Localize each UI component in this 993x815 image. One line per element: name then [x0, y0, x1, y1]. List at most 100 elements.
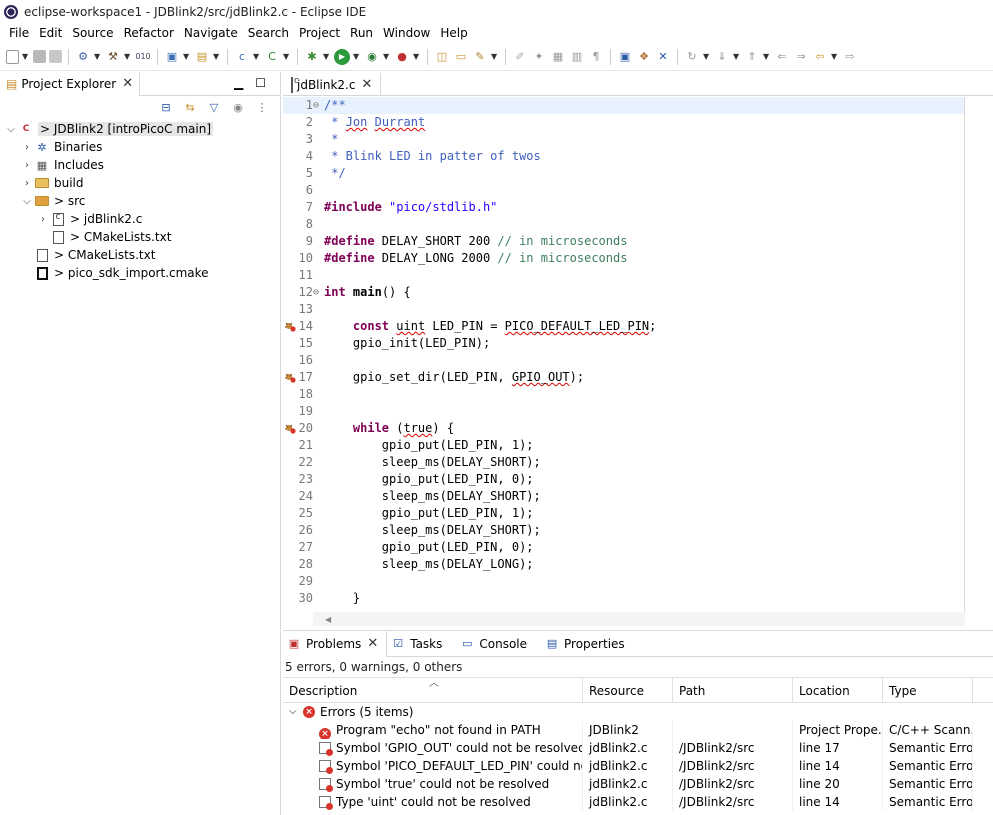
- code-line[interactable]: 13: [283, 301, 965, 318]
- tree-item-includes[interactable]: › ▦ Includes: [0, 156, 280, 174]
- history-icon[interactable]: ↻: [684, 49, 700, 65]
- save-icon[interactable]: [33, 50, 46, 63]
- code-line[interactable]: 11: [283, 267, 965, 284]
- new-class-dropdown-icon[interactable]: ▼: [283, 52, 291, 61]
- back-dropdown-icon[interactable]: ▼: [831, 52, 839, 61]
- menu-refactor[interactable]: Refactor: [119, 26, 179, 40]
- code-text-area[interactable]: 1 ⊖/** 2 * Jon Durrant 3 * 4 * Blink LED in …: [283, 97, 965, 612]
- code-line[interactable]: 10 #define DELAY_LONG 2000 // in microsec…: [283, 250, 965, 267]
- code-line[interactable]: 16: [283, 352, 965, 369]
- run-dropdown-icon[interactable]: ▼: [353, 52, 361, 61]
- code-line[interactable]: 14 const uint LED_PIN = PICO_DEFAULT_LED…: [283, 318, 965, 335]
- tree-item-src-cmakelists[interactable]: > CMakeLists.txt: [0, 228, 280, 246]
- code-line[interactable]: 8: [283, 216, 965, 233]
- terminal-icon[interactable]: ▣: [617, 49, 633, 65]
- table-row[interactable]: Symbol 'GPIO_OUT' could not be resolved j…: [283, 739, 993, 757]
- menu-edit[interactable]: Edit: [34, 26, 67, 40]
- new-c-file-icon[interactable]: c: [234, 49, 250, 65]
- tab-console[interactable]: ▭ Console: [456, 631, 541, 657]
- horizontal-scrollbar[interactable]: ◀: [313, 612, 965, 626]
- menu-run[interactable]: Run: [345, 26, 378, 40]
- menu-file[interactable]: File: [4, 26, 34, 40]
- code-line[interactable]: 30 }: [283, 590, 965, 607]
- prev-annotation-icon[interactable]: ⇑: [744, 49, 760, 65]
- chevron-right-icon[interactable]: ›: [20, 142, 34, 153]
- view-menu-icon[interactable]: ⋮: [254, 99, 270, 115]
- coverage-icon[interactable]: ◉: [364, 49, 380, 65]
- open-element-dropdown-icon[interactable]: ▼: [213, 52, 221, 61]
- open-element-icon[interactable]: ▤: [194, 49, 210, 65]
- menu-search[interactable]: Search: [243, 26, 294, 40]
- build-hammer-icon[interactable]: ⚒: [105, 49, 121, 65]
- collapse-all-icon[interactable]: ⊟: [158, 99, 174, 115]
- external-tools-icon[interactable]: ●: [394, 49, 410, 65]
- column-type[interactable]: Type: [883, 678, 973, 702]
- external-tools-dropdown-icon[interactable]: ▼: [413, 52, 421, 61]
- tree-item-binaries[interactable]: › ✲ Binaries: [0, 138, 280, 156]
- toggle-block-icon[interactable]: ▦: [550, 49, 566, 65]
- code-line[interactable]: 15 gpio_init(LED_PIN);: [283, 335, 965, 352]
- show-whitespace-icon[interactable]: ¶: [588, 49, 604, 65]
- chevron-right-icon[interactable]: ›: [20, 160, 34, 171]
- scroll-left-icon[interactable]: ◀: [325, 615, 331, 624]
- debug-dropdown-icon[interactable]: ▼: [323, 52, 331, 61]
- open-type-icon[interactable]: ◫: [434, 49, 450, 65]
- tab-properties[interactable]: ▤ Properties: [541, 631, 639, 657]
- history-dropdown-icon[interactable]: ▼: [703, 52, 711, 61]
- binary-icon[interactable]: 010: [135, 49, 151, 65]
- menu-navigate[interactable]: Navigate: [179, 26, 243, 40]
- search-tool-icon[interactable]: ✎: [472, 49, 488, 65]
- menu-source[interactable]: Source: [67, 26, 118, 40]
- code-line[interactable]: 26 sleep_ms(DELAY_SHORT);: [283, 522, 965, 539]
- tab-tasks[interactable]: ☑ Tasks: [387, 631, 456, 657]
- close-icon[interactable]: ✕: [122, 77, 133, 90]
- column-path[interactable]: Path: [673, 678, 793, 702]
- tree-item-src[interactable]: ⌵ > src: [0, 192, 280, 210]
- open-folder-icon[interactable]: ▭: [453, 49, 469, 65]
- pen-icon[interactable]: ✐: [512, 49, 528, 65]
- debug-settings-dropdown-icon[interactable]: ▼: [94, 52, 102, 61]
- code-line[interactable]: 5 */: [283, 165, 965, 182]
- menu-window[interactable]: Window: [378, 26, 435, 40]
- code-line[interactable]: 6: [283, 182, 965, 199]
- new-class-icon[interactable]: C: [264, 49, 280, 65]
- column-location[interactable]: Location: [793, 678, 883, 702]
- new-project-icon[interactable]: ▣: [164, 49, 180, 65]
- tree-item-build[interactable]: › build: [0, 174, 280, 192]
- last-edit-icon[interactable]: ⇐: [774, 49, 790, 65]
- chevron-right-icon[interactable]: ›: [36, 214, 50, 225]
- code-line[interactable]: 1 ⊖/**: [283, 97, 965, 114]
- minimize-icon[interactable]: ▁: [234, 76, 243, 90]
- tree-item-project[interactable]: ⌵ C > JDBlink2 [introPicoC main]: [0, 120, 280, 138]
- code-line[interactable]: 25 gpio_put(LED_PIN, 1);: [283, 505, 965, 522]
- code-line[interactable]: 2 * Jon Durrant: [283, 114, 965, 131]
- mark-occurrences-icon[interactable]: ✦: [531, 49, 547, 65]
- prev-annotation-dropdown-icon[interactable]: ▼: [763, 52, 771, 61]
- next-annotation-dropdown-icon[interactable]: ▼: [733, 52, 741, 61]
- back-icon[interactable]: ⇦: [812, 49, 828, 65]
- close-icon[interactable]: ✕: [367, 637, 378, 650]
- code-line[interactable]: 9 #define DELAY_SHORT 200 // in microseco…: [283, 233, 965, 250]
- debug-settings-icon[interactable]: ⚙: [75, 49, 91, 65]
- code-line[interactable]: 19: [283, 403, 965, 420]
- new-dropdown-icon[interactable]: ▼: [22, 52, 30, 61]
- code-line[interactable]: 18: [283, 386, 965, 403]
- run-icon[interactable]: ▶: [334, 48, 350, 65]
- code-line[interactable]: 28 sleep_ms(DELAY_LONG);: [283, 556, 965, 573]
- new-project-dropdown-icon[interactable]: ▼: [183, 52, 191, 61]
- tree-item-cmakelists[interactable]: > CMakeLists.txt: [0, 246, 280, 264]
- pin-icon[interactable]: ✕: [655, 49, 671, 65]
- tab-project-explorer[interactable]: ▤ Project Explorer ✕: [0, 71, 141, 96]
- tree-item-jdblink2-c[interactable]: › > jdBlink2.c: [0, 210, 280, 228]
- coverage-dropdown-icon[interactable]: ▼: [383, 52, 391, 61]
- forward-icon[interactable]: ⇨: [842, 49, 858, 65]
- errors-group-row[interactable]: ⌵ × Errors (5 items): [283, 703, 993, 721]
- chevron-right-icon[interactable]: ›: [20, 178, 34, 189]
- menu-project[interactable]: Project: [294, 26, 345, 40]
- code-line[interactable]: 21 gpio_put(LED_PIN, 1);: [283, 437, 965, 454]
- tab-jdblink2-c[interactable]: jdBlink2.c ✕: [283, 71, 382, 96]
- table-row[interactable]: Symbol 'PICO_DEFAULT_LED_PIN' could not …: [283, 757, 993, 775]
- link-with-editor-icon[interactable]: ⇆: [182, 99, 198, 115]
- chevron-down-icon[interactable]: ⌵: [4, 124, 18, 135]
- focus-icon[interactable]: ◉: [230, 99, 246, 115]
